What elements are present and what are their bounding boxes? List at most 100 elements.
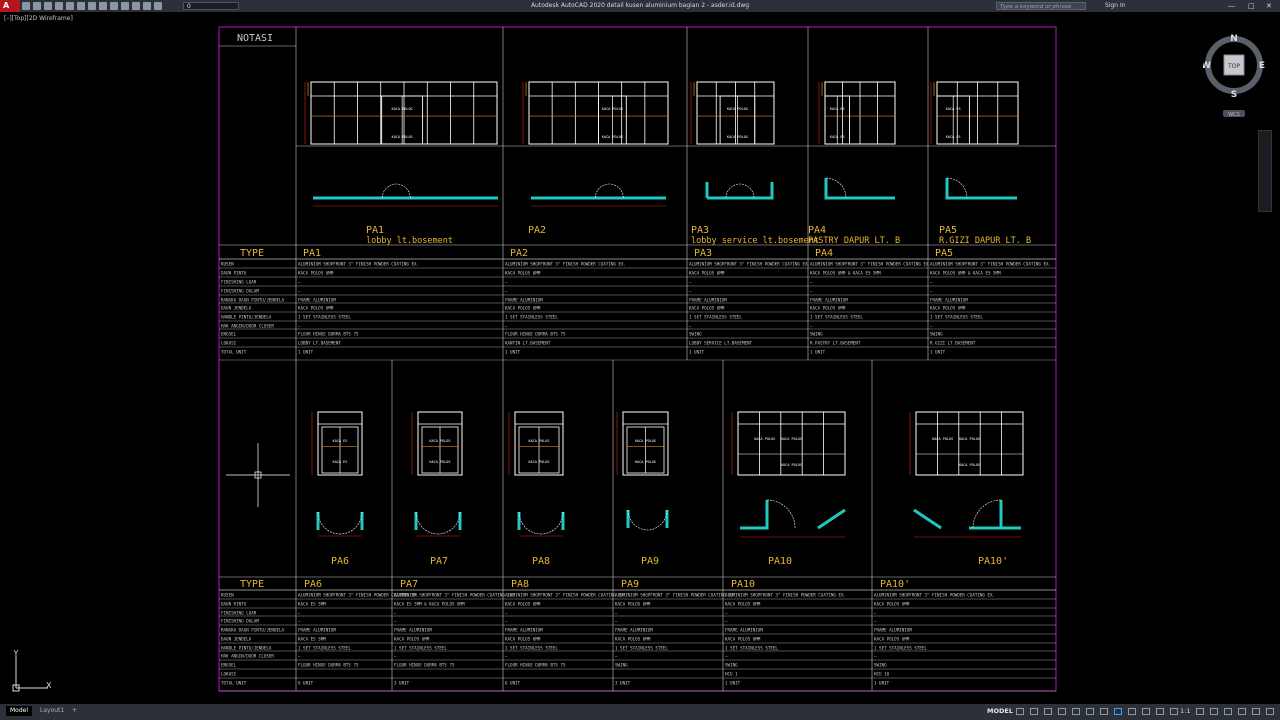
spec-cell: KACA POLOS 6MM — [689, 271, 725, 276]
spec-cell: 1 SET STAINLESS STEEL — [689, 315, 742, 320]
spec-cell: 1 SET STAINLESS STEEL — [505, 646, 558, 651]
viewcube[interactable]: TOP N S E W WCS — [1203, 32, 1265, 122]
minimize-button[interactable]: — — [1228, 2, 1235, 10]
spec-cell: FRAME ALUMINIUM — [930, 298, 968, 303]
units-icon[interactable] — [1224, 708, 1232, 715]
spec-cell: HCU 10 — [874, 672, 890, 677]
annotation-scale[interactable]: 1:1 — [1180, 707, 1190, 715]
transparency-icon[interactable] — [1128, 708, 1136, 715]
spec-cell: KACA ES 5MM — [298, 637, 326, 642]
spec-cell: KACA POLOS 6MM — [725, 637, 761, 642]
glass-label: KACA POLOS — [635, 439, 656, 443]
spec-cell: – — [298, 280, 301, 285]
glass-label: KACA POLOS — [602, 107, 623, 111]
maximize-button[interactable]: □ — [1248, 2, 1255, 10]
spec-cell: 3 UNIT — [394, 681, 410, 686]
search-input[interactable]: Type a keyword or phrase — [996, 2, 1086, 10]
spec-cell: FRAME ALUMINIUM — [810, 298, 848, 303]
row-label-bottom: DAUN PINTU — [221, 602, 247, 607]
navigation-bar[interactable] — [1258, 130, 1272, 212]
spec-cell: 1 UNIT — [505, 350, 521, 355]
spec-cell: ALUMINIUM SHOPFRONT 3" FINISH POWDER COA… — [874, 593, 995, 598]
spec-cell: FRAME ALUMINIUM — [725, 628, 763, 633]
schedule-text: NOTASI TYPE KUSEN DAUN PINTU FINISHING LUAR F… — [221, 33, 1051, 686]
osnap-tracking-icon[interactable] — [1086, 708, 1094, 715]
row-label-bottom: TOTAL UNIT — [221, 681, 247, 686]
tab-model[interactable]: Model — [6, 706, 33, 716]
crosshair-cursor — [226, 443, 290, 507]
spec-cell: – — [615, 654, 618, 659]
spec-cell: – — [810, 324, 813, 329]
spec-cell: KACA POLOS 6MM — [298, 306, 334, 311]
spec-cell: ALUMINIUM SHOPFRONT 3" FINISH POWDER COA… — [615, 593, 736, 598]
spec-cell: 1 UNIT — [930, 350, 946, 355]
selection-cycling-icon[interactable] — [1142, 708, 1150, 715]
spec-cell: SWING — [725, 663, 738, 668]
type-caption-code: PA10 — [768, 556, 792, 567]
spec-cell: KACA POLOS 6MM — [505, 306, 541, 311]
grid-icon[interactable] — [1016, 708, 1024, 715]
row-label-top: RANGKA DAUN PINTU/JENDELA — [221, 298, 285, 303]
spec-cell: 1 UNIT — [689, 350, 705, 355]
workspace-icon[interactable] — [1196, 708, 1204, 715]
spec-cell: 1 SET STAINLESS STEEL — [930, 315, 983, 320]
close-button[interactable]: ✕ — [1266, 2, 1272, 10]
wall-plan — [626, 510, 669, 528]
type-caption-sub: lobby service lt.bosement — [691, 236, 819, 246]
wall-plan — [913, 500, 1021, 530]
annotation-monitor-icon[interactable] — [1210, 708, 1218, 715]
row-label-top: HANDLE PINTU/JENDELA — [221, 315, 272, 320]
spec-cell: – — [505, 611, 508, 616]
ucs-y-label: Y — [13, 650, 19, 658]
type-caption-code: PA8 — [532, 556, 550, 567]
spec-cell: KACA POLOS 6MM — [505, 271, 541, 276]
ortho-icon[interactable] — [1044, 708, 1052, 715]
customize-icon[interactable] — [1266, 708, 1274, 715]
spec-cell: 1 UNIT — [725, 681, 741, 686]
tab-layout1[interactable]: Layout1 — [36, 706, 68, 716]
spec-cell: KACA POLOS 6MM & KACA ES 5MM — [810, 271, 881, 276]
spec-cell: ALUMINIUM SHOPFRONT 3" FINISH POWDER COA… — [689, 262, 810, 267]
type-header-code: PA5 — [935, 248, 953, 259]
window-title: Autodesk AutoCAD 2020 detail kusen alumi… — [530, 2, 750, 9]
auto-scale-icon[interactable] — [1170, 708, 1178, 715]
spec-cell: ALUMINIUM SHOPFRONT 3" FINISH POWDER COA… — [505, 262, 626, 267]
spec-cell: – — [725, 654, 728, 659]
spec-cell: 1 SET STAINLESS STEEL — [298, 646, 351, 651]
isodraft-icon[interactable] — [1072, 708, 1080, 715]
snap-icon[interactable] — [1030, 708, 1038, 715]
spec-cell: SWING — [689, 332, 702, 337]
spec-cell: – — [505, 289, 508, 294]
type-caption-code: PA5 — [939, 225, 957, 236]
glass-label: KACA POLOS — [959, 463, 980, 467]
spec-cell: – — [689, 280, 692, 285]
osnap-icon[interactable] — [1100, 708, 1108, 715]
glass-label: KACA POLOS — [635, 460, 656, 464]
spec-cell: – — [689, 324, 692, 329]
drawing-canvas[interactable]: KACA POLOS KACA POLOS KACA POLOS KACA POLOS… — [0, 12, 1280, 704]
sign-in-button[interactable]: Sign In — [1105, 2, 1126, 9]
glass-label: KACA POLOS — [392, 107, 413, 111]
row-label-bottom: DAUN JENDELA — [221, 637, 252, 642]
quick-properties-icon[interactable] — [1238, 708, 1246, 715]
row-label-top: DAUN PINTU — [221, 271, 247, 276]
spec-cell: FLOOR HINGE DORMA BTS 75 — [505, 663, 566, 668]
annotation-visibility-icon[interactable] — [1156, 708, 1164, 715]
spec-cell: R.GIZI LT.BASEMENT — [930, 341, 976, 346]
row-label-top: TOTAL UNIT — [221, 350, 247, 355]
spec-cell: KANTIN LT.BASEMENT — [505, 341, 551, 346]
glass-label: KACA POLOS — [754, 437, 775, 441]
isolate-objects-icon[interactable] — [1252, 708, 1260, 715]
model-space-toggle[interactable]: MODEL — [987, 707, 1013, 715]
add-layout-button[interactable]: + — [68, 706, 81, 716]
spec-cell: – — [930, 280, 933, 285]
spec-cell: KACA ES 5MM — [298, 602, 326, 607]
polar-icon[interactable] — [1058, 708, 1066, 715]
spec-cell: – — [930, 324, 933, 329]
lineweight-icon[interactable] — [1114, 708, 1122, 715]
spec-cell: 1 SET STAINLESS STEEL — [615, 646, 668, 651]
glass-label: KACA ES — [830, 135, 845, 139]
glass-label: KACA POLOS — [932, 437, 953, 441]
compass-south: S — [1231, 90, 1237, 100]
glass-label: KACA ES — [946, 107, 961, 111]
